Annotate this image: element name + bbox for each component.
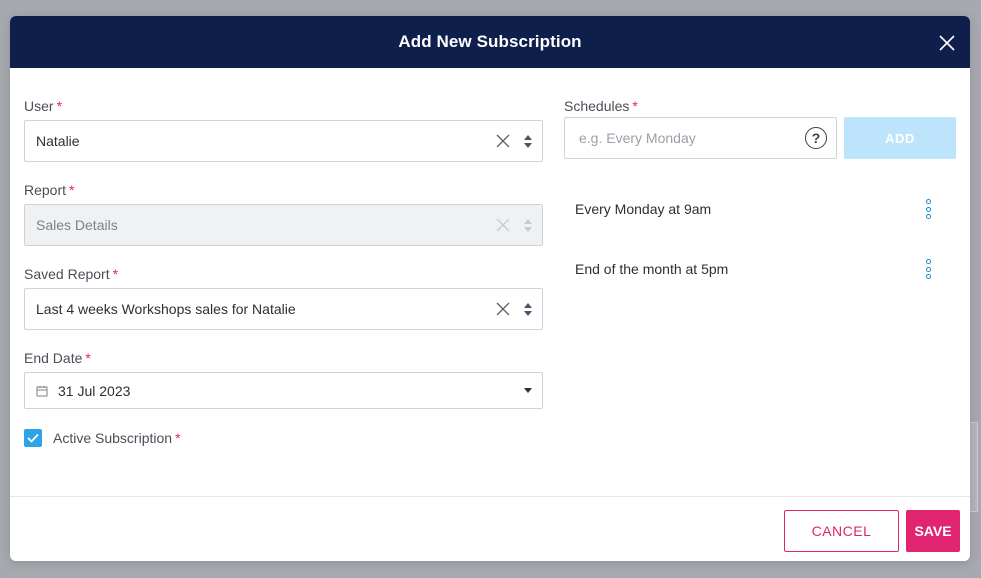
calendar-icon bbox=[36, 385, 48, 397]
background-panel-edge bbox=[970, 422, 978, 512]
report-value: Sales Details bbox=[36, 217, 118, 233]
clear-saved-report-button[interactable] bbox=[493, 299, 513, 319]
close-button[interactable] bbox=[936, 32, 958, 54]
close-icon bbox=[939, 35, 955, 51]
report-label: Report * bbox=[24, 182, 75, 198]
add-subscription-modal: Add New Subscription User * Natalie Repor… bbox=[10, 16, 970, 561]
schedule-item-label: End of the month at 5pm bbox=[575, 261, 729, 277]
clear-icon bbox=[496, 302, 510, 316]
schedule-item: Every Monday at 9am bbox=[575, 199, 935, 219]
chevron-down-icon bbox=[524, 388, 532, 393]
active-subscription-checkbox[interactable] bbox=[24, 429, 42, 447]
sort-arrows-icon bbox=[523, 217, 533, 233]
clear-icon bbox=[496, 218, 510, 232]
help-icon[interactable]: ? bbox=[805, 127, 827, 149]
clear-report-button bbox=[493, 215, 513, 235]
saved-report-label: Saved Report * bbox=[24, 266, 119, 282]
schedule-input[interactable] bbox=[579, 130, 805, 146]
schedule-input-wrapper: ? bbox=[564, 117, 837, 159]
clear-user-button[interactable] bbox=[493, 131, 513, 151]
schedule-item: End of the month at 5pm bbox=[575, 259, 935, 279]
required-mark: * bbox=[112, 266, 119, 282]
checkmark-icon bbox=[27, 433, 39, 443]
saved-report-select[interactable]: Last 4 weeks Workshops sales for Natalie bbox=[24, 288, 543, 330]
end-date-value: 31 Jul 2023 bbox=[58, 382, 131, 399]
user-select[interactable]: Natalie bbox=[24, 120, 543, 162]
end-date-label: End Date * bbox=[24, 350, 91, 366]
user-value: Natalie bbox=[36, 133, 80, 149]
more-options-icon[interactable] bbox=[921, 259, 935, 279]
modal-title: Add New Subscription bbox=[398, 32, 582, 51]
sort-arrows-icon bbox=[523, 301, 533, 317]
user-field: User * Natalie bbox=[24, 97, 543, 162]
add-schedule-button[interactable]: ADD bbox=[844, 117, 956, 159]
clear-icon bbox=[496, 134, 510, 148]
modal-body: User * Natalie Report * Sales Details Sa… bbox=[10, 68, 970, 496]
active-subscription-label: Active Subscription * bbox=[53, 430, 181, 446]
saved-report-value: Last 4 weeks Workshops sales for Natalie bbox=[36, 301, 296, 317]
required-mark: * bbox=[632, 98, 638, 114]
cancel-button[interactable]: CANCEL bbox=[784, 510, 899, 552]
schedule-item-label: Every Monday at 9am bbox=[575, 201, 712, 217]
saved-report-field: Saved Report * Last 4 weeks Workshops sal… bbox=[24, 265, 543, 330]
report-select: Sales Details bbox=[24, 204, 543, 246]
schedules-label: Schedules * bbox=[564, 98, 638, 114]
required-mark: * bbox=[56, 98, 63, 114]
sort-arrows-icon bbox=[523, 133, 533, 149]
user-label: User * bbox=[24, 98, 63, 114]
modal-header: Add New Subscription bbox=[10, 16, 970, 68]
required-mark: * bbox=[85, 350, 91, 366]
end-date-field: End Date * 31 Jul 2023 bbox=[24, 349, 543, 409]
end-date-picker[interactable]: 31 Jul 2023 bbox=[24, 372, 543, 409]
report-field: Report * Sales Details bbox=[24, 181, 543, 246]
required-mark: * bbox=[69, 182, 75, 198]
save-button[interactable]: SAVE bbox=[906, 510, 960, 552]
more-options-icon[interactable] bbox=[921, 199, 935, 219]
active-subscription-row: Active Subscription * bbox=[24, 429, 181, 447]
modal-footer: CANCEL SAVE bbox=[10, 496, 970, 561]
required-mark: * bbox=[175, 430, 181, 446]
